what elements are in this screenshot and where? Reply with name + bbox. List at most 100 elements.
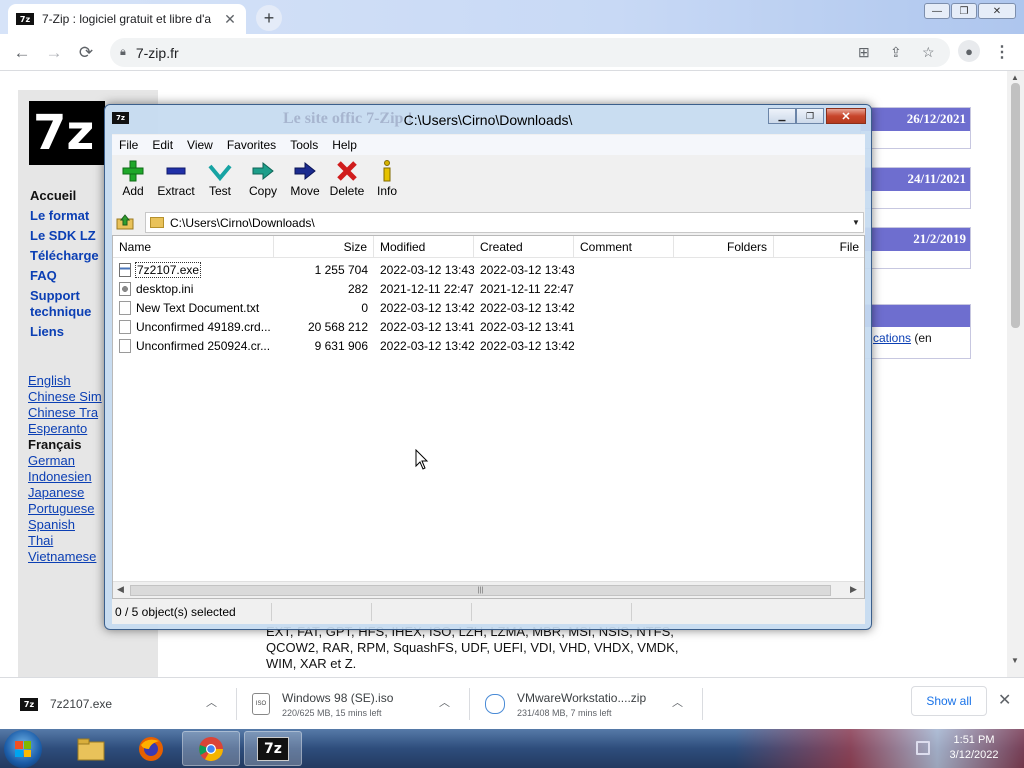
iso-file-icon: ISO xyxy=(252,693,270,715)
column-files[interactable]: File xyxy=(774,236,864,258)
bookmark-star-icon[interactable]: ☆ xyxy=(922,44,935,61)
new-tab-button[interactable]: + xyxy=(256,5,282,31)
file-list-header: Name Size Modified Created Comment Folde… xyxy=(113,236,864,258)
address-bar[interactable]: 🔒︎ 7-zip.fr xyxy=(110,38,950,67)
page-scroll-thumb[interactable] xyxy=(1011,83,1020,328)
chevron-up-icon[interactable]: ︿ xyxy=(206,694,217,710)
exe-file-icon xyxy=(119,262,131,277)
lang-chinese-traditional[interactable]: Chinese Tra xyxy=(28,405,98,420)
7zip-titlebar[interactable]: Le site offic 7-Zip ! 7z C:\Users\Cirno\… xyxy=(105,105,871,133)
file-row[interactable]: desktop.ini 282 2021-12-11 22:47 2021-12… xyxy=(113,279,864,298)
lang-german[interactable]: German xyxy=(28,453,75,468)
extract-button[interactable]: Extract xyxy=(154,158,198,206)
firefox-taskbar-button[interactable] xyxy=(122,731,180,766)
hscroll-thumb[interactable]: ||| xyxy=(130,585,831,596)
file-row[interactable]: New Text Document.txt 0 2022-03-12 13:42… xyxy=(113,298,864,317)
show-all-button[interactable]: Show all xyxy=(911,686,987,716)
lang-portuguese[interactable]: Portuguese xyxy=(28,501,95,516)
column-modified[interactable]: Modified xyxy=(374,236,474,258)
menu-file[interactable]: File xyxy=(112,138,145,152)
window-close-button[interactable]: ✕ xyxy=(978,3,1016,19)
lang-thai[interactable]: Thai xyxy=(28,533,53,548)
divider xyxy=(236,688,237,720)
lang-vietnamese[interactable]: Vietnamese xyxy=(28,549,96,564)
column-name[interactable]: Name xyxy=(113,236,274,258)
lang-english[interactable]: English xyxy=(28,373,71,388)
7zip-minimize-button[interactable]: ▁ xyxy=(768,108,796,124)
scroll-down-icon[interactable]: ▼ xyxy=(1011,656,1019,665)
mouse-cursor-icon xyxy=(415,449,429,470)
browser-tab[interactable]: 7z 7-Zip : logiciel gratuit et libre d'a… xyxy=(8,4,246,34)
profile-avatar-icon[interactable]: ● xyxy=(958,40,980,62)
site-nav-sdk[interactable]: Le SDK LZ xyxy=(30,228,96,243)
column-size[interactable]: Size xyxy=(274,236,374,258)
file-list[interactable]: Name Size Modified Created Comment Folde… xyxy=(112,235,865,599)
download-item[interactable]: 7z 7z2107.exe xyxy=(20,678,230,730)
file-row[interactable]: 7z2107.exe 1 255 704 2022-03-12 13:43 20… xyxy=(113,260,864,279)
menu-help[interactable]: Help xyxy=(325,138,364,152)
menu-tools[interactable]: Tools xyxy=(283,138,325,152)
move-button[interactable]: Move xyxy=(286,158,324,206)
system-clock[interactable]: 1:51 PM 3/12/2022 xyxy=(942,733,1006,763)
lang-spanish[interactable]: Spanish xyxy=(28,517,75,532)
chrome-taskbar-button[interactable] xyxy=(182,731,240,766)
site-nav-links[interactable]: Liens xyxy=(30,324,64,339)
window-minimize-button[interactable]: — xyxy=(924,3,950,19)
start-button[interactable] xyxy=(4,730,42,768)
menu-favorites[interactable]: Favorites xyxy=(220,138,283,152)
forward-button[interactable]: → xyxy=(42,41,66,65)
site-nav-support-2[interactable]: technique xyxy=(30,304,91,319)
lang-chinese-simplified[interactable]: Chinese Sim xyxy=(28,389,102,404)
tab-close-icon[interactable]: ✕ xyxy=(222,11,238,28)
site-nav-faq[interactable]: FAQ xyxy=(30,268,57,283)
chevron-down-icon[interactable]: ▼ xyxy=(849,218,863,227)
7zip-maximize-button[interactable]: ❐ xyxy=(796,108,824,124)
back-button[interactable]: ← xyxy=(10,41,34,65)
file-name-cell: desktop.ini xyxy=(119,279,274,298)
chevron-up-icon[interactable]: ︿ xyxy=(672,694,683,710)
share-icon[interactable]: ⇪ xyxy=(890,44,902,61)
reload-button[interactable]: ⟳ xyxy=(74,41,98,65)
menu-edit[interactable]: Edit xyxy=(145,138,180,152)
column-created[interactable]: Created xyxy=(474,236,574,258)
test-button[interactable]: Test xyxy=(202,158,238,206)
7zip-taskbar-button[interactable]: 7z xyxy=(244,731,302,766)
column-folders[interactable]: Folders xyxy=(674,236,774,258)
close-icon[interactable]: ✕ xyxy=(998,690,1011,710)
scroll-right-icon[interactable]: ▶ xyxy=(850,584,857,595)
delete-button[interactable]: Delete xyxy=(327,158,367,206)
site-nav-home[interactable]: Accueil xyxy=(30,188,76,203)
file-row[interactable]: Unconfirmed 49189.crd... 20 568 212 2022… xyxy=(113,317,864,336)
site-nav-support[interactable]: Support xyxy=(30,288,80,303)
explorer-taskbar-button[interactable] xyxy=(62,731,120,766)
copy-button[interactable]: Copy xyxy=(244,158,282,206)
file-row[interactable]: Unconfirmed 250924.cr... 9 631 906 2022-… xyxy=(113,336,864,355)
scroll-left-icon[interactable]: ◀ xyxy=(117,584,124,595)
folder-up-icon[interactable] xyxy=(115,213,135,231)
download-item[interactable]: ISO Windows 98 (SE).iso 220/625 MB, 15 m… xyxy=(252,678,452,730)
column-comment[interactable]: Comment xyxy=(574,236,674,258)
site-nav-download[interactable]: Télécharge xyxy=(30,248,99,263)
copy-label: Copy xyxy=(248,184,277,198)
menu-view[interactable]: View xyxy=(180,138,220,152)
chrome-menu-icon[interactable]: ⋮ xyxy=(994,42,1010,62)
site-nav-format[interactable]: Le format xyxy=(30,208,89,223)
add-button[interactable]: Add xyxy=(115,158,151,206)
file-list-hscrollbar[interactable]: ◀ ||| ▶ xyxy=(113,581,864,598)
info-button[interactable]: Info xyxy=(372,158,402,206)
network-icon[interactable] xyxy=(916,741,930,755)
apps-link[interactable]: cations xyxy=(873,331,911,345)
chevron-up-icon[interactable]: ︿ xyxy=(439,694,450,710)
plus-icon xyxy=(118,158,148,184)
lang-indonesian[interactable]: Indonesien xyxy=(28,469,92,484)
7zip-close-button[interactable]: ✕ xyxy=(826,108,866,124)
download-item[interactable]: VMwareWorkstatio....zip 231/408 MB, 7 mi… xyxy=(485,678,685,730)
page-scrollbar[interactable]: ▲ ▼ xyxy=(1007,71,1024,677)
window-maximize-button[interactable]: ❐ xyxy=(951,3,977,19)
path-combobox[interactable]: C:\Users\Cirno\Downloads\ ▼ xyxy=(145,212,864,233)
scroll-up-icon[interactable]: ▲ xyxy=(1011,73,1019,82)
lang-esperanto[interactable]: Esperanto xyxy=(28,421,87,436)
translate-icon[interactable]: ⊞ xyxy=(858,44,870,61)
lang-japanese[interactable]: Japanese xyxy=(28,485,84,500)
download-status: 231/408 MB, 7 mins left xyxy=(517,707,612,718)
